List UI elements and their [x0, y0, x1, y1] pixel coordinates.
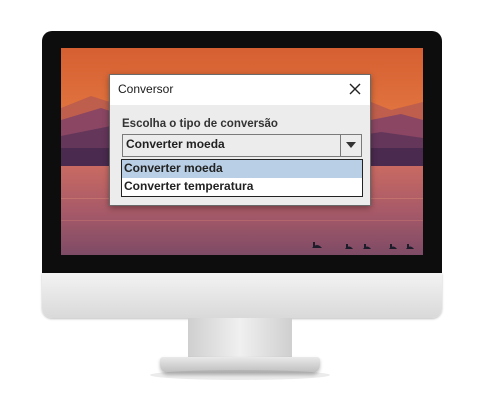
dropdown-option-moeda[interactable]: Converter moeda [122, 160, 362, 178]
conversion-type-combobox[interactable]: Converter moeda [122, 134, 362, 157]
close-icon [349, 83, 361, 95]
monitor-stand-shadow [150, 370, 330, 380]
dialog-title: Conversor [118, 82, 174, 96]
close-button[interactable] [346, 80, 364, 98]
combobox-selected-value[interactable]: Converter moeda [123, 135, 341, 156]
chevron-down-icon [346, 142, 356, 148]
dropdown-option-temperatura[interactable]: Converter temperatura [122, 178, 362, 196]
combobox-arrow-button[interactable] [341, 135, 361, 156]
conversion-type-dropdown-list: Converter moeda Converter temperatura [121, 159, 363, 197]
dialog-titlebar[interactable]: Conversor [110, 75, 370, 105]
monitor-chin [42, 273, 442, 318]
converter-dialog: Conversor Escolha o tipo de conversão Co… [109, 74, 371, 206]
conversion-type-label: Escolha o tipo de conversão [122, 118, 278, 130]
monitor-stand-neck [188, 318, 292, 360]
